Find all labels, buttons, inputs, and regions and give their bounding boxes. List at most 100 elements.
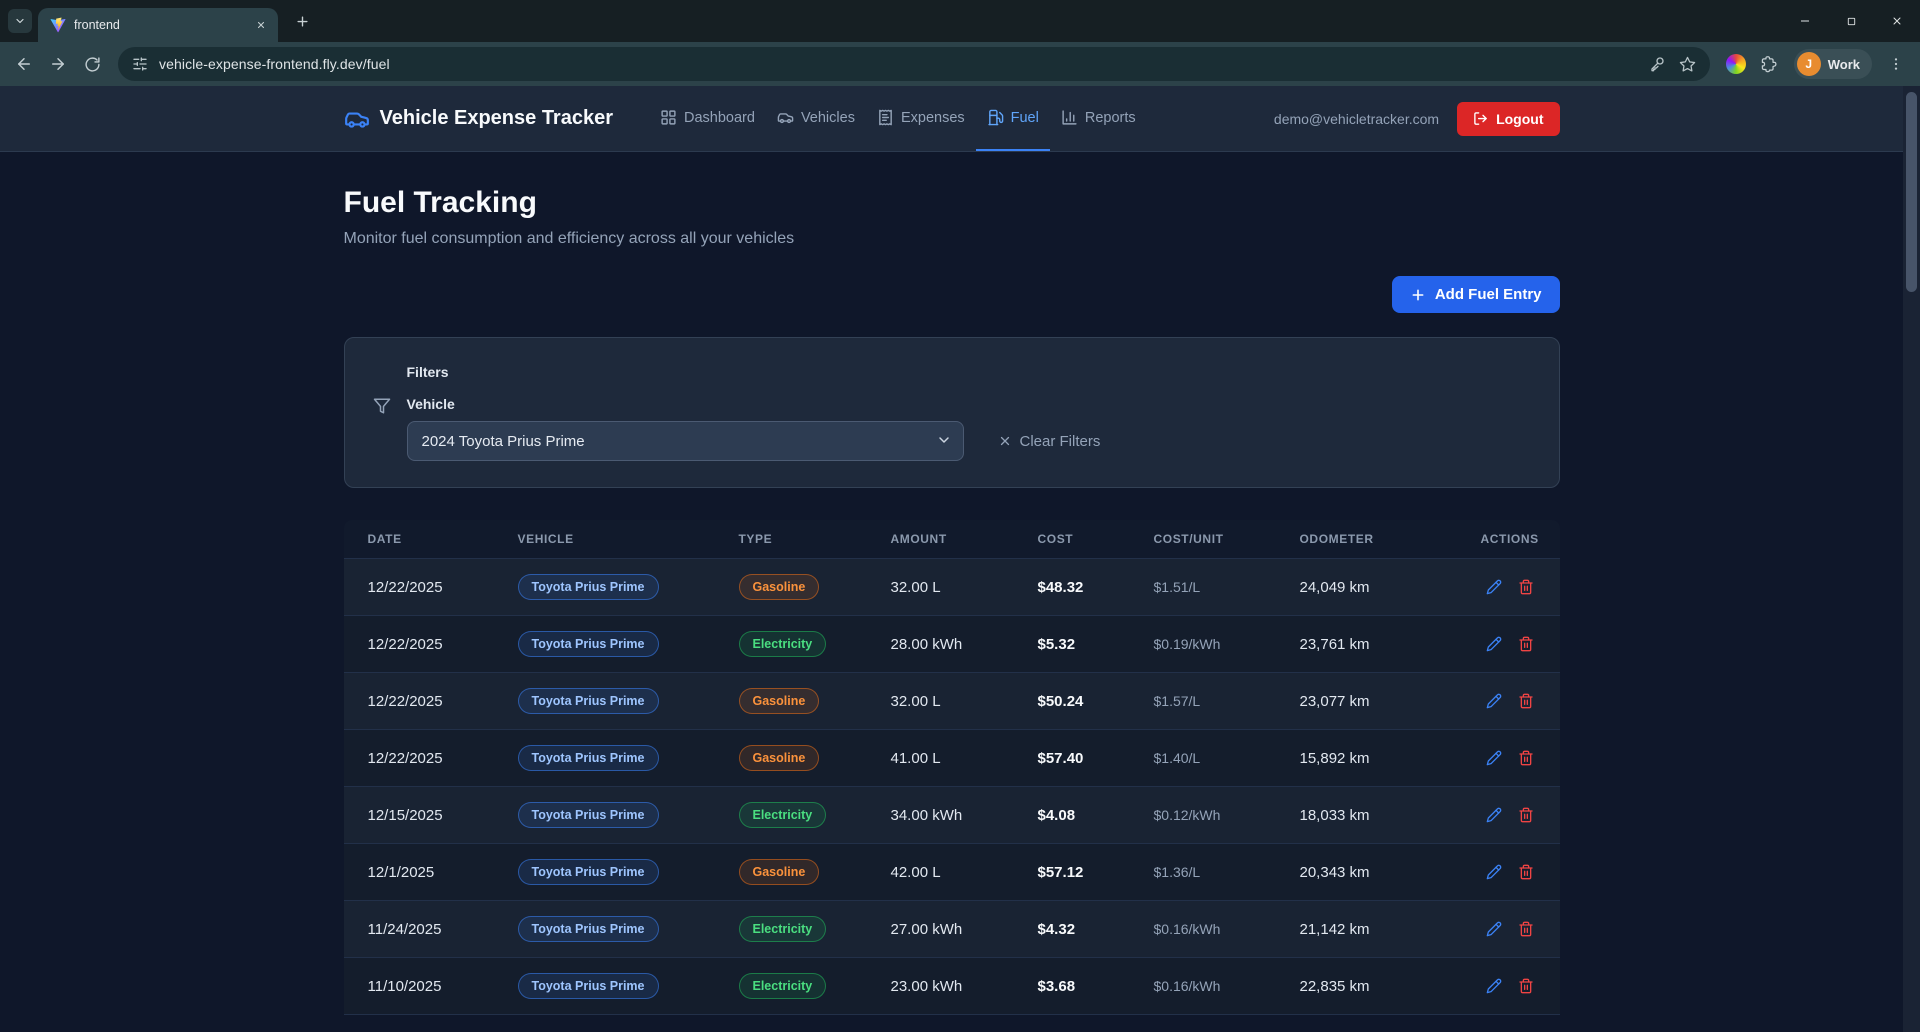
puzzle-icon xyxy=(1761,56,1778,73)
fuel-pump-icon xyxy=(987,109,1004,126)
trash-icon xyxy=(1518,978,1534,994)
pencil-icon xyxy=(1486,636,1502,652)
delete-button[interactable] xyxy=(1516,862,1536,882)
forward-arrow-icon xyxy=(49,55,67,73)
maximize-icon xyxy=(1846,16,1857,27)
browser-tab[interactable]: frontend xyxy=(38,8,278,42)
fuel-type-badge: Electricity xyxy=(739,802,827,828)
scrollbar-thumb[interactable] xyxy=(1906,92,1917,292)
reload-icon xyxy=(84,56,101,73)
trash-icon xyxy=(1518,636,1534,652)
profile-label: Work xyxy=(1828,57,1860,72)
back-button[interactable] xyxy=(8,48,40,80)
close-icon xyxy=(1891,15,1903,27)
cell-amount: 27.00 kWh xyxy=(891,921,1038,938)
plus-icon xyxy=(295,14,310,29)
new-tab-button[interactable] xyxy=(288,7,316,35)
delete-button[interactable] xyxy=(1516,919,1536,939)
address-bar[interactable]: vehicle-expense-frontend.fly.dev/fuel xyxy=(118,47,1710,81)
cell-cost-unit: $1.40/L xyxy=(1154,750,1300,766)
col-header-cost: COST xyxy=(1038,532,1154,546)
profile-chip[interactable]: J Work xyxy=(1794,49,1872,79)
delete-button[interactable] xyxy=(1516,976,1536,996)
edit-button[interactable] xyxy=(1484,919,1504,939)
table-header-row: DATE VEHICLE TYPE AMOUNT COST COST/UNIT … xyxy=(344,520,1560,558)
vehicle-badge: Toyota Prius Prime xyxy=(518,802,659,828)
extension-colorful-icon[interactable] xyxy=(1726,54,1746,74)
cell-cost: $5.32 xyxy=(1038,636,1154,653)
bookmark-star-icon[interactable] xyxy=(1679,56,1696,73)
edit-button[interactable] xyxy=(1484,862,1504,882)
cell-cost: $4.32 xyxy=(1038,921,1154,938)
forward-button[interactable] xyxy=(42,48,74,80)
vehicle-badge: Toyota Prius Prime xyxy=(518,631,659,657)
password-key-icon[interactable] xyxy=(1649,56,1665,72)
fuel-type-badge: Electricity xyxy=(739,631,827,657)
page-subtitle: Monitor fuel consumption and efficiency … xyxy=(344,230,1560,248)
window-close-button[interactable] xyxy=(1874,0,1920,42)
delete-button[interactable] xyxy=(1516,748,1536,768)
browser-tab-bar: frontend xyxy=(0,0,1920,42)
col-header-amount: AMOUNT xyxy=(891,532,1038,546)
vehicle-badge: Toyota Prius Prime xyxy=(518,574,659,600)
cell-cost-unit: $0.16/kWh xyxy=(1154,978,1300,994)
clear-filters-button[interactable]: Clear Filters xyxy=(998,433,1101,450)
logout-icon xyxy=(1473,111,1488,126)
nav-item-dashboard[interactable]: Dashboard xyxy=(649,86,766,151)
pencil-icon xyxy=(1486,921,1502,937)
cell-odometer: 21,142 km xyxy=(1300,921,1481,938)
add-fuel-entry-button[interactable]: Add Fuel Entry xyxy=(1392,276,1560,313)
table-row: 12/22/2025 Toyota Prius Prime Gasoline 4… xyxy=(344,729,1560,786)
browser-menu-button[interactable] xyxy=(1880,48,1912,80)
app-logo: Vehicle Expense Tracker xyxy=(344,106,614,132)
nav-item-reports[interactable]: Reports xyxy=(1050,86,1147,151)
pencil-icon xyxy=(1486,750,1502,766)
delete-button[interactable] xyxy=(1516,691,1536,711)
logout-button[interactable]: Logout xyxy=(1457,102,1559,136)
cell-amount: 32.00 L xyxy=(891,579,1038,596)
edit-button[interactable] xyxy=(1484,805,1504,825)
delete-button[interactable] xyxy=(1516,577,1536,597)
col-header-date: DATE xyxy=(368,532,518,546)
table-row: 12/22/2025 Toyota Prius Prime Gasoline 3… xyxy=(344,672,1560,729)
url-text[interactable]: vehicle-expense-frontend.fly.dev/fuel xyxy=(159,56,1635,72)
cell-date: 12/22/2025 xyxy=(368,636,518,653)
nav-item-vehicles[interactable]: Vehicles xyxy=(766,86,866,151)
filters-card: Filters Vehicle 2024 Toyota Prius Prime xyxy=(344,337,1560,488)
cell-cost-unit: $0.16/kWh xyxy=(1154,921,1300,937)
vehicle-filter-select[interactable]: 2024 Toyota Prius Prime xyxy=(407,421,964,461)
window-maximize-button[interactable] xyxy=(1828,0,1874,42)
fuel-type-badge: Gasoline xyxy=(739,745,820,771)
app-title: Vehicle Expense Tracker xyxy=(380,107,614,130)
pencil-icon xyxy=(1486,693,1502,709)
edit-button[interactable] xyxy=(1484,691,1504,711)
nav-item-fuel[interactable]: Fuel xyxy=(976,86,1050,151)
cell-date: 11/10/2025 xyxy=(368,978,518,995)
extensions-puzzle-button[interactable] xyxy=(1754,48,1786,80)
tab-search-button[interactable] xyxy=(8,9,32,33)
nav-item-expenses[interactable]: Expenses xyxy=(866,86,976,151)
window-minimize-button[interactable] xyxy=(1782,0,1828,42)
cell-amount: 41.00 L xyxy=(891,750,1038,767)
page-title: Fuel Tracking xyxy=(344,186,1560,220)
add-button-label: Add Fuel Entry xyxy=(1435,286,1542,303)
avatar: J xyxy=(1797,52,1821,76)
cell-odometer: 23,077 km xyxy=(1300,693,1481,710)
page-scrollbar[interactable] xyxy=(1903,86,1920,1032)
site-info-icon[interactable] xyxy=(132,56,148,72)
edit-button[interactable] xyxy=(1484,577,1504,597)
edit-button[interactable] xyxy=(1484,976,1504,996)
cell-cost: $50.24 xyxy=(1038,693,1154,710)
window-controls xyxy=(1782,0,1920,42)
vehicle-filter-label: Vehicle xyxy=(407,396,1101,412)
delete-button[interactable] xyxy=(1516,634,1536,654)
edit-button[interactable] xyxy=(1484,634,1504,654)
cell-date: 12/22/2025 xyxy=(368,750,518,767)
tab-close-button[interactable] xyxy=(252,16,270,34)
vehicle-badge: Toyota Prius Prime xyxy=(518,916,659,942)
delete-button[interactable] xyxy=(1516,805,1536,825)
edit-button[interactable] xyxy=(1484,748,1504,768)
trash-icon xyxy=(1518,921,1534,937)
pencil-icon xyxy=(1486,978,1502,994)
reload-button[interactable] xyxy=(76,48,108,80)
